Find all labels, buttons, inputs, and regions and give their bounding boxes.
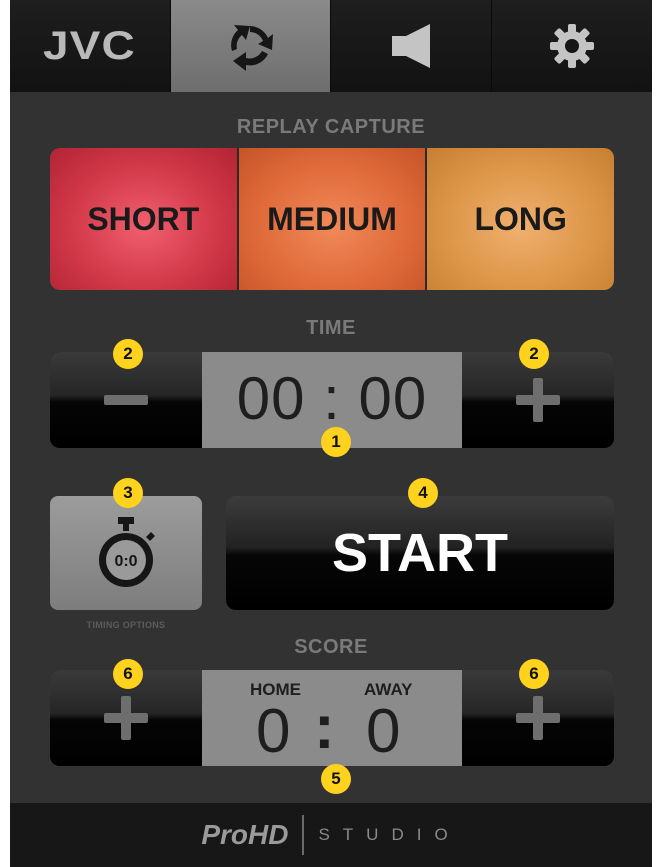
timing-options-label: TIMING OPTIONS [86, 620, 166, 630]
callout-marker-home-plus: 6 [113, 659, 143, 689]
timing-options-button[interactable]: 0:0 [50, 496, 202, 610]
plus-icon [516, 378, 560, 422]
score-title: SCORE [294, 636, 368, 658]
footer: ProHD STUDIO [10, 803, 652, 867]
callout-marker-score-display: 5 [321, 764, 351, 794]
replay-capture-group: SHORT MEDIUM LONG [50, 148, 614, 290]
long-capture-button[interactable]: LONG [427, 148, 614, 290]
stopwatch-icon: 0:0 [99, 517, 155, 587]
nav-tab-replay[interactable] [170, 0, 331, 92]
away-score-value: 0 [366, 697, 401, 766]
replay-rotate-icon [231, 25, 274, 71]
time-title: TIME [306, 317, 356, 339]
callout-marker-away-plus: 6 [519, 659, 549, 689]
top-nav: JVC [10, 0, 652, 92]
plus-icon [516, 696, 560, 740]
jvc-logo: JVC [43, 23, 137, 68]
prohd-logo: ProHD [201, 819, 289, 850]
minus-icon [104, 395, 148, 405]
speaker-icon [391, 24, 430, 68]
nav-tab-settings[interactable] [492, 0, 653, 92]
callout-marker-time-plus: 2 [519, 339, 549, 369]
replay-capture-title: REPLAY CAPTURE [236, 116, 426, 138]
callout-marker-timing-options: 3 [113, 478, 143, 508]
footer-divider [302, 815, 305, 855]
medium-capture-button[interactable]: MEDIUM [238, 148, 428, 290]
time-value: 00 : 00 [236, 365, 428, 432]
gear-icon [549, 24, 594, 68]
home-score-value: 0 [256, 697, 291, 766]
callout-marker-start: 4 [408, 478, 438, 508]
studio-wordmark: STUDIO [318, 825, 461, 844]
nav-tab-brand: JVC [10, 0, 171, 92]
callout-marker-time-display: 1 [321, 427, 351, 457]
plus-icon [104, 696, 148, 740]
app-window: JVC REPLAY CAPTURE SHORT MEDIUM LONG TIM… [10, 0, 652, 867]
score-display: HOME AWAY 0 : 0 [202, 670, 462, 766]
stopwatch-text: 0:0 [114, 553, 137, 570]
nav-tab-audio[interactable] [331, 0, 492, 92]
callout-marker-time-minus: 2 [113, 339, 143, 369]
short-capture-button[interactable]: SHORT [50, 148, 239, 290]
score-separator: : [314, 693, 335, 762]
start-button[interactable]: START [226, 496, 614, 610]
